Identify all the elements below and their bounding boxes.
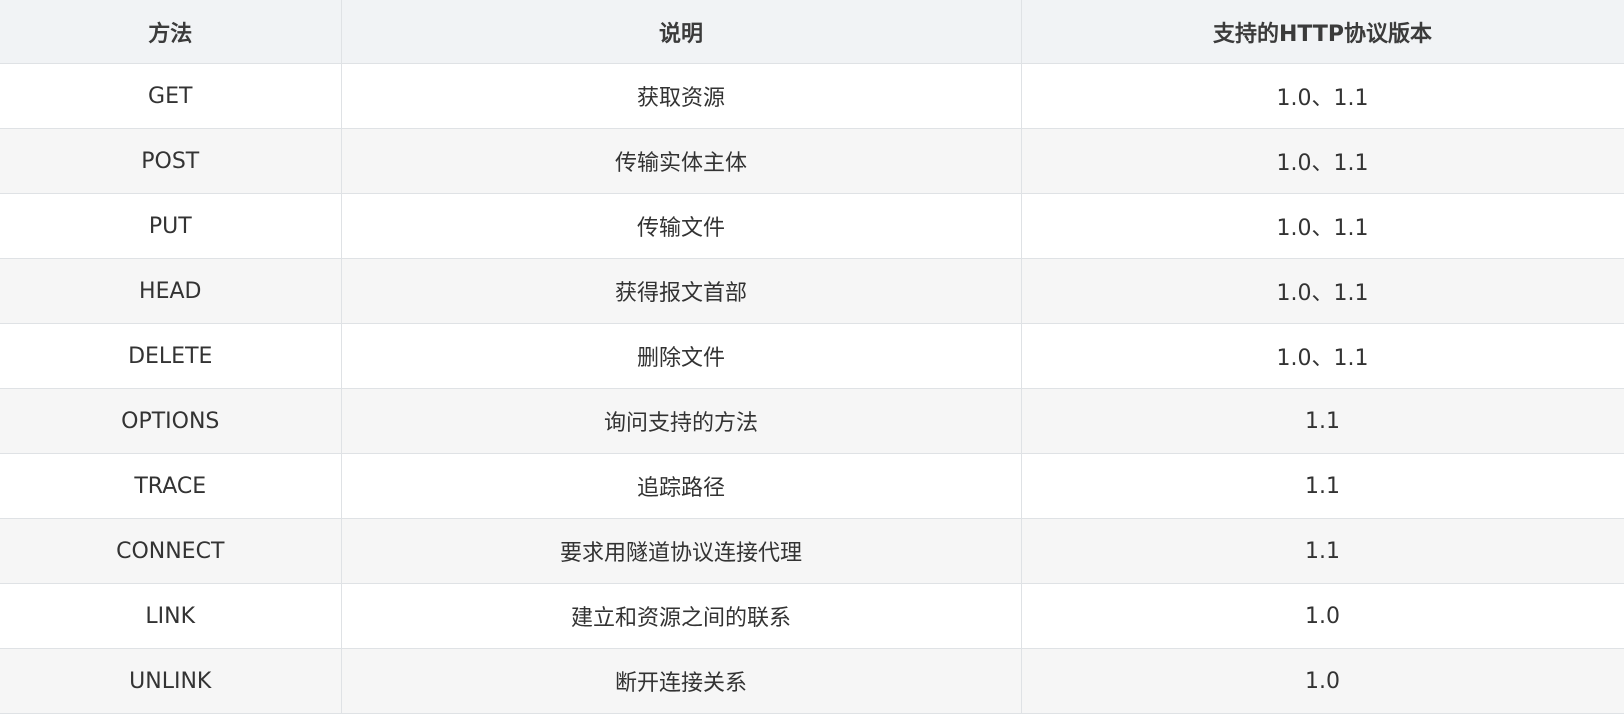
table-row: OPTIONS 询问支持的方法 1.1 (0, 388, 1624, 454)
cell-method: GET (0, 63, 342, 129)
cell-description: 删除文件 (340, 323, 1022, 389)
cell-version: 1.1 (1020, 453, 1624, 519)
table-row: UNLINK 断开连接关系 1.0 (0, 648, 1624, 714)
cell-description: 追踪路径 (340, 453, 1022, 519)
http-methods-table: 方法 说明 支持的HTTP协议版本 GET 获取资源 1.0、1.1 POST … (0, 0, 1624, 714)
cell-version: 1.0 (1020, 648, 1624, 714)
cell-method: OPTIONS (0, 388, 342, 454)
cell-method: CONNECT (0, 518, 342, 584)
cell-method: UNLINK (0, 648, 342, 714)
cell-description: 要求用隧道协议连接代理 (340, 518, 1022, 584)
cell-method: LINK (0, 583, 342, 649)
table-row: LINK 建立和资源之间的联系 1.0 (0, 583, 1624, 649)
table-row: GET 获取资源 1.0、1.1 (0, 63, 1624, 129)
cell-version: 1.0、1.1 (1020, 323, 1624, 389)
table-row: TRACE 追踪路径 1.1 (0, 453, 1624, 519)
cell-description: 获得报文首部 (340, 258, 1022, 324)
cell-version: 1.0、1.1 (1020, 63, 1624, 129)
cell-method: PUT (0, 193, 342, 259)
cell-version: 1.1 (1020, 388, 1624, 454)
table-row: HEAD 获得报文首部 1.0、1.1 (0, 258, 1624, 324)
header-http-version: 支持的HTTP协议版本 (1020, 0, 1624, 64)
table-header-row: 方法 说明 支持的HTTP协议版本 (0, 0, 1624, 64)
cell-description: 获取资源 (340, 63, 1022, 129)
cell-method: HEAD (0, 258, 342, 324)
table-row: DELETE 删除文件 1.0、1.1 (0, 323, 1624, 389)
cell-method: POST (0, 128, 342, 194)
cell-method: DELETE (0, 323, 342, 389)
table-row: CONNECT 要求用隧道协议连接代理 1.1 (0, 518, 1624, 584)
header-method: 方法 (0, 0, 342, 64)
cell-method: TRACE (0, 453, 342, 519)
cell-version: 1.0 (1020, 583, 1624, 649)
cell-version: 1.0、1.1 (1020, 193, 1624, 259)
cell-version: 1.0、1.1 (1020, 128, 1624, 194)
cell-version: 1.0、1.1 (1020, 258, 1624, 324)
cell-description: 询问支持的方法 (340, 388, 1022, 454)
table-row: POST 传输实体主体 1.0、1.1 (0, 128, 1624, 194)
cell-description: 断开连接关系 (340, 648, 1022, 714)
cell-description: 传输实体主体 (340, 128, 1022, 194)
table-row: PUT 传输文件 1.0、1.1 (0, 193, 1624, 259)
header-description: 说明 (340, 0, 1022, 64)
cell-version: 1.1 (1020, 518, 1624, 584)
cell-description: 建立和资源之间的联系 (340, 583, 1022, 649)
cell-description: 传输文件 (340, 193, 1022, 259)
